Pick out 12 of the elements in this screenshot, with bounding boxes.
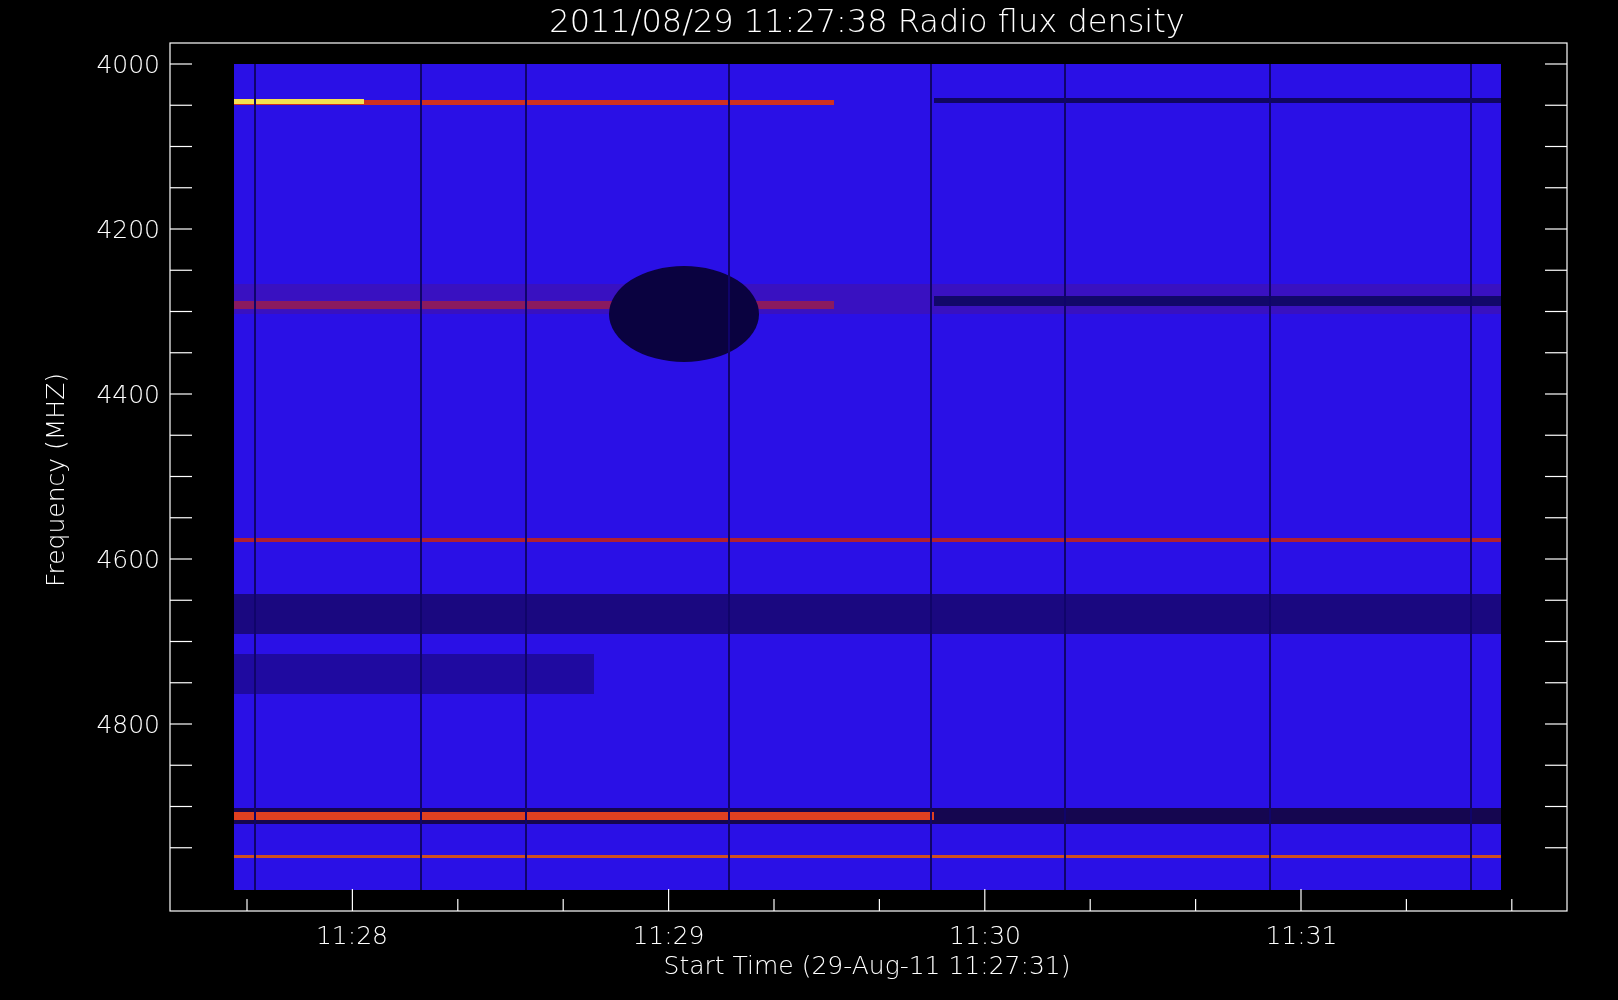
x-tick-label: 11:28 <box>316 921 388 950</box>
x-tick-label: 11:29 <box>632 921 705 950</box>
y-tick-label: 4400 <box>96 380 160 409</box>
x-axis-label: Start Time (29-Aug-11 11:27:31) <box>663 951 1071 980</box>
x-tick-label: 11:31 <box>1265 921 1338 950</box>
y-tick-label: 4600 <box>96 545 160 574</box>
x-tick-label: 11:30 <box>949 921 1021 950</box>
y-tick-label: 4200 <box>96 215 160 244</box>
y-tick-label: 4000 <box>96 50 160 79</box>
y-tick-label: 4800 <box>96 710 160 739</box>
chart-title: 2011/08/29 11:27:38 Radio flux density <box>549 2 1185 40</box>
y-axis-label: Frequency (MHZ) <box>41 372 70 588</box>
